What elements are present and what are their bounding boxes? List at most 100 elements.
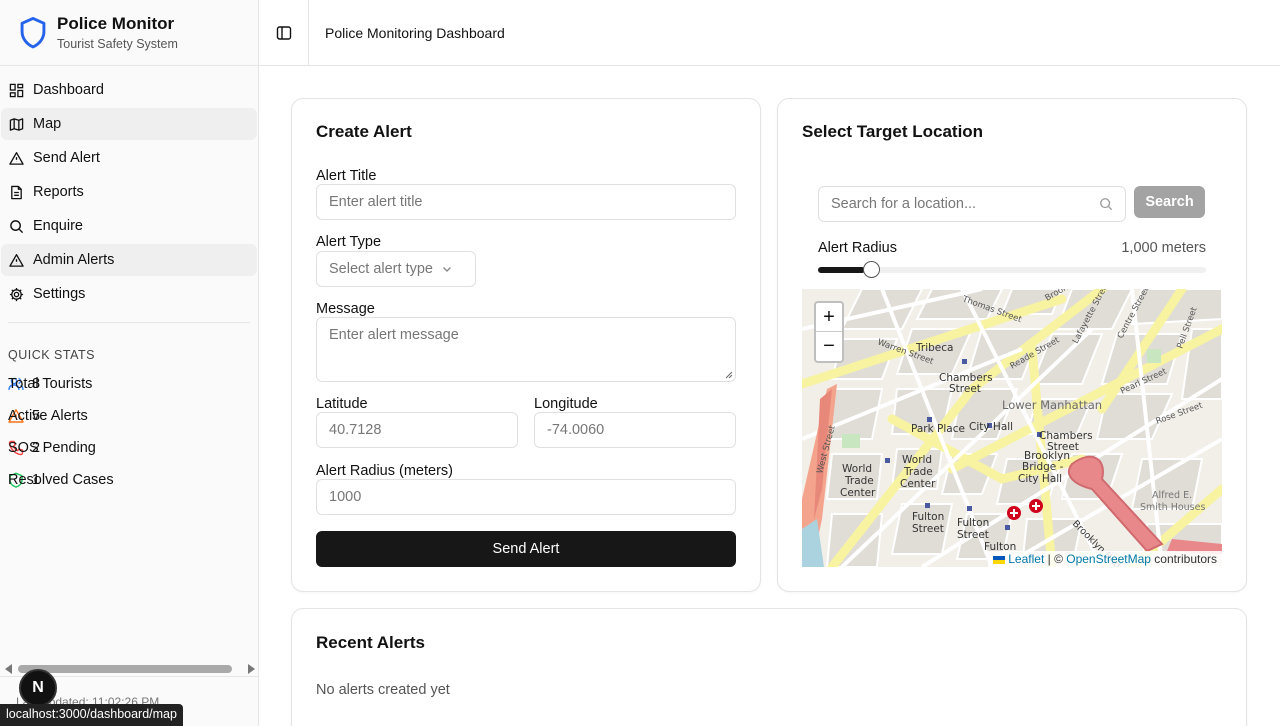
stat-active-alerts: Active Alerts 5: [0, 400, 258, 432]
attribution-separator: | ©: [1044, 552, 1067, 566]
shield-icon: [20, 16, 46, 48]
scroll-right-icon[interactable]: [246, 663, 256, 675]
card-title: Select Target Location: [802, 122, 984, 141]
map-label: Fulton: [957, 517, 989, 529]
status-url: localhost:3000/dashboard/map: [0, 704, 183, 726]
target-location-card: Select Target Location Search for a loca…: [777, 98, 1247, 592]
map-zoom-control: + −: [814, 301, 844, 363]
leaflet-link[interactable]: Leaflet: [1008, 552, 1044, 566]
slider-thumb[interactable]: [863, 261, 880, 278]
map-label: Street: [949, 383, 981, 395]
page-title: Police Monitoring Dashboard: [325, 24, 505, 41]
recent-alerts-card: Recent Alerts No alerts created yet: [291, 608, 1247, 726]
brand-title: Police Monitor: [57, 13, 175, 33]
next-dev-badge[interactable]: N: [19, 669, 57, 707]
file-text-icon: [9, 185, 24, 200]
brand: Police Monitor Tourist Safety System: [0, 0, 258, 66]
brand-subtitle: Tourist Safety System: [57, 36, 178, 51]
slider-fill: [818, 267, 865, 273]
chevron-down-icon: [442, 267, 451, 272]
divider: [8, 322, 250, 323]
alert-triangle-icon: [9, 253, 24, 268]
sidebar: Police Monitor Tourist Safety System Das…: [0, 0, 259, 726]
alert-type-placeholder: Select alert type: [329, 261, 433, 277]
map-label: Street: [912, 523, 944, 535]
stat-sos-pending: SOS Pending 2: [0, 432, 258, 464]
sidebar-nav: Dashboard Map Send Alert Reports Enquire: [0, 66, 258, 310]
zoom-in-button[interactable]: +: [816, 303, 842, 332]
map[interactable]: Tribeca Chambers Street Lower Manhattan …: [802, 289, 1222, 567]
search-button[interactable]: Search: [1134, 186, 1205, 218]
location-search-input[interactable]: Search for a location...: [818, 186, 1126, 222]
radius-label: Alert Radius (meters): [316, 463, 453, 479]
map-label: Bridge -: [1022, 461, 1064, 473]
radius-slider[interactable]: [818, 261, 1206, 278]
map-tiles: Tribeca Chambers Street Lower Manhattan …: [802, 289, 1222, 567]
map-label: City Hall: [969, 421, 1013, 433]
map-label: Alfred E.: [1152, 490, 1192, 501]
alert-title-input[interactable]: Enter alert title: [316, 184, 736, 220]
panel-left-icon: [276, 25, 291, 40]
zoom-out-button[interactable]: −: [816, 332, 842, 361]
sidebar-item-label: Send Alert: [33, 150, 100, 166]
stat-total-tourists: Total Tourists 8: [0, 368, 258, 400]
sidebar-item-label: Settings: [33, 286, 86, 302]
message-textarea[interactable]: Enter alert message: [316, 317, 736, 382]
map-icon: [9, 117, 24, 132]
empty-state: No alerts created yet: [316, 682, 450, 698]
sidebar-item-reports[interactable]: Reports: [1, 176, 257, 208]
quick-stats-title: QUICK STATS: [8, 348, 95, 362]
search-icon: [1100, 198, 1113, 211]
map-label: Lower Manhattan: [1002, 398, 1102, 412]
map-label: World: [902, 454, 932, 466]
ukraine-flag-icon: [992, 555, 1005, 564]
dashboard-icon: [9, 83, 24, 98]
stat-label: SOS Pending: [8, 440, 96, 456]
sidebar-item-admin-alerts[interactable]: Admin Alerts: [1, 244, 257, 276]
stat-label: Active Alerts: [8, 408, 88, 424]
alert-radius-value: 1,000 meters: [1121, 240, 1206, 256]
message-placeholder: Enter alert message: [329, 327, 459, 343]
search-icon: [9, 219, 24, 234]
sidebar-item-label: Enquire: [33, 218, 83, 234]
map-attribution: Leaflet | © OpenStreetMap contributors: [987, 551, 1222, 567]
longitude-input[interactable]: -74.0060: [534, 412, 736, 448]
top-header: Police Monitoring Dashboard: [259, 0, 1280, 66]
send-alert-button[interactable]: Send Alert: [316, 531, 736, 567]
sidebar-item-label: Dashboard: [33, 82, 104, 98]
alert-type-label: Alert Type: [316, 234, 382, 250]
map-label: Center: [840, 487, 876, 499]
sidebar-item-map[interactable]: Map: [1, 108, 257, 140]
map-label: Street: [957, 529, 989, 541]
stat-label: Total Tourists: [8, 376, 93, 392]
search-placeholder: Search for a location...: [831, 196, 977, 212]
scroll-left-icon[interactable]: [4, 663, 14, 675]
scrollbar-thumb[interactable]: [18, 665, 232, 673]
alert-radius-label: Alert Radius: [818, 240, 897, 256]
card-title: Create Alert: [316, 122, 412, 141]
alert-title-label: Alert Title: [316, 168, 377, 184]
card-title: Recent Alerts: [316, 633, 425, 652]
resize-handle-icon[interactable]: [725, 371, 733, 379]
map-label: Smith Houses: [1140, 502, 1205, 513]
create-alert-card: Create Alert Alert Title Enter alert tit…: [291, 98, 761, 592]
sidebar-item-enquire[interactable]: Enquire: [1, 210, 257, 242]
sidebar-item-dashboard[interactable]: Dashboard: [1, 74, 257, 106]
sidebar-item-label: Admin Alerts: [33, 252, 115, 268]
alert-triangle-icon: [9, 151, 24, 166]
map-label: Trade: [903, 466, 933, 478]
map-label: Trade: [844, 475, 874, 487]
sidebar-toggle-button[interactable]: [259, 0, 309, 66]
sidebar-item-label: Reports: [33, 184, 84, 200]
map-label: Center: [900, 478, 936, 490]
map-label: Park Place: [911, 423, 965, 435]
map-label: Fulton: [912, 511, 944, 523]
radius-input[interactable]: 1000: [316, 479, 736, 515]
sidebar-item-send-alert[interactable]: Send Alert: [1, 142, 257, 174]
alert-type-select[interactable]: Select alert type: [316, 251, 476, 287]
sidebar-item-settings[interactable]: Settings: [1, 278, 257, 310]
latitude-input[interactable]: 40.7128: [316, 412, 518, 448]
openstreetmap-link[interactable]: OpenStreetMap: [1066, 552, 1151, 566]
longitude-label: Longitude: [534, 396, 598, 412]
map-label: World: [842, 463, 872, 475]
